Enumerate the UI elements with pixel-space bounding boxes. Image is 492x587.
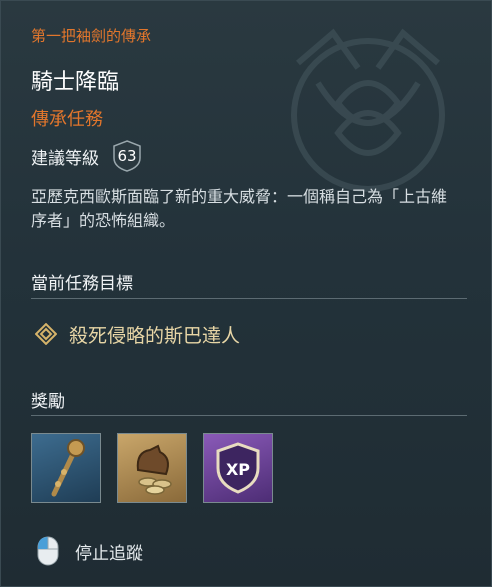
reward-item-money[interactable] <box>117 433 187 503</box>
level-badge: 63 <box>111 139 143 173</box>
recommended-level-label: 建議等級 <box>31 148 99 169</box>
rewards-heading: 獎勵 <box>31 392 65 412</box>
recommended-level-value: 63 <box>117 147 137 165</box>
xp-icon: XP <box>216 442 260 494</box>
quest-description: 亞歷克西歐斯面臨了新的重大威脅：一個稱自己為「上古維序者」的恐怖組織。 <box>31 187 448 230</box>
xp-label: XP <box>226 460 250 479</box>
drachmae-money-icon <box>136 444 172 495</box>
reward-item-xp[interactable]: XP <box>203 433 273 503</box>
quest-detail-panel: 第一把袖劍的傳承 騎士降臨 傳承任務 建議等級 63 亞歷克西歐斯面臨了新的重大… <box>0 0 492 587</box>
objective-text: 殺死侵略的斯巴達人 <box>69 324 241 347</box>
quest-type: 傳承任務 <box>31 109 103 130</box>
mouse-icon <box>37 536 59 566</box>
reward-item-weapon[interactable] <box>31 433 101 503</box>
objectives-heading: 當前任務目標 <box>31 274 133 294</box>
questline-name: 第一把袖劍的傳承 <box>31 27 152 45</box>
legacy-emblem-icon <box>291 28 445 192</box>
mace-weapon-icon <box>51 439 85 497</box>
objective-item[interactable]: 殺死侵略的斯巴達人 <box>35 319 240 349</box>
recommended-level-row: 建議等級 63 <box>31 139 143 173</box>
objective-diamond-icon <box>35 323 57 345</box>
quest-title: 騎士降臨 <box>31 70 120 95</box>
rewards-divider <box>31 415 467 416</box>
stop-tracking-action[interactable]: 停止追蹤 <box>35 533 143 569</box>
stop-tracking-label: 停止追蹤 <box>75 543 143 564</box>
objectives-divider <box>31 298 467 299</box>
